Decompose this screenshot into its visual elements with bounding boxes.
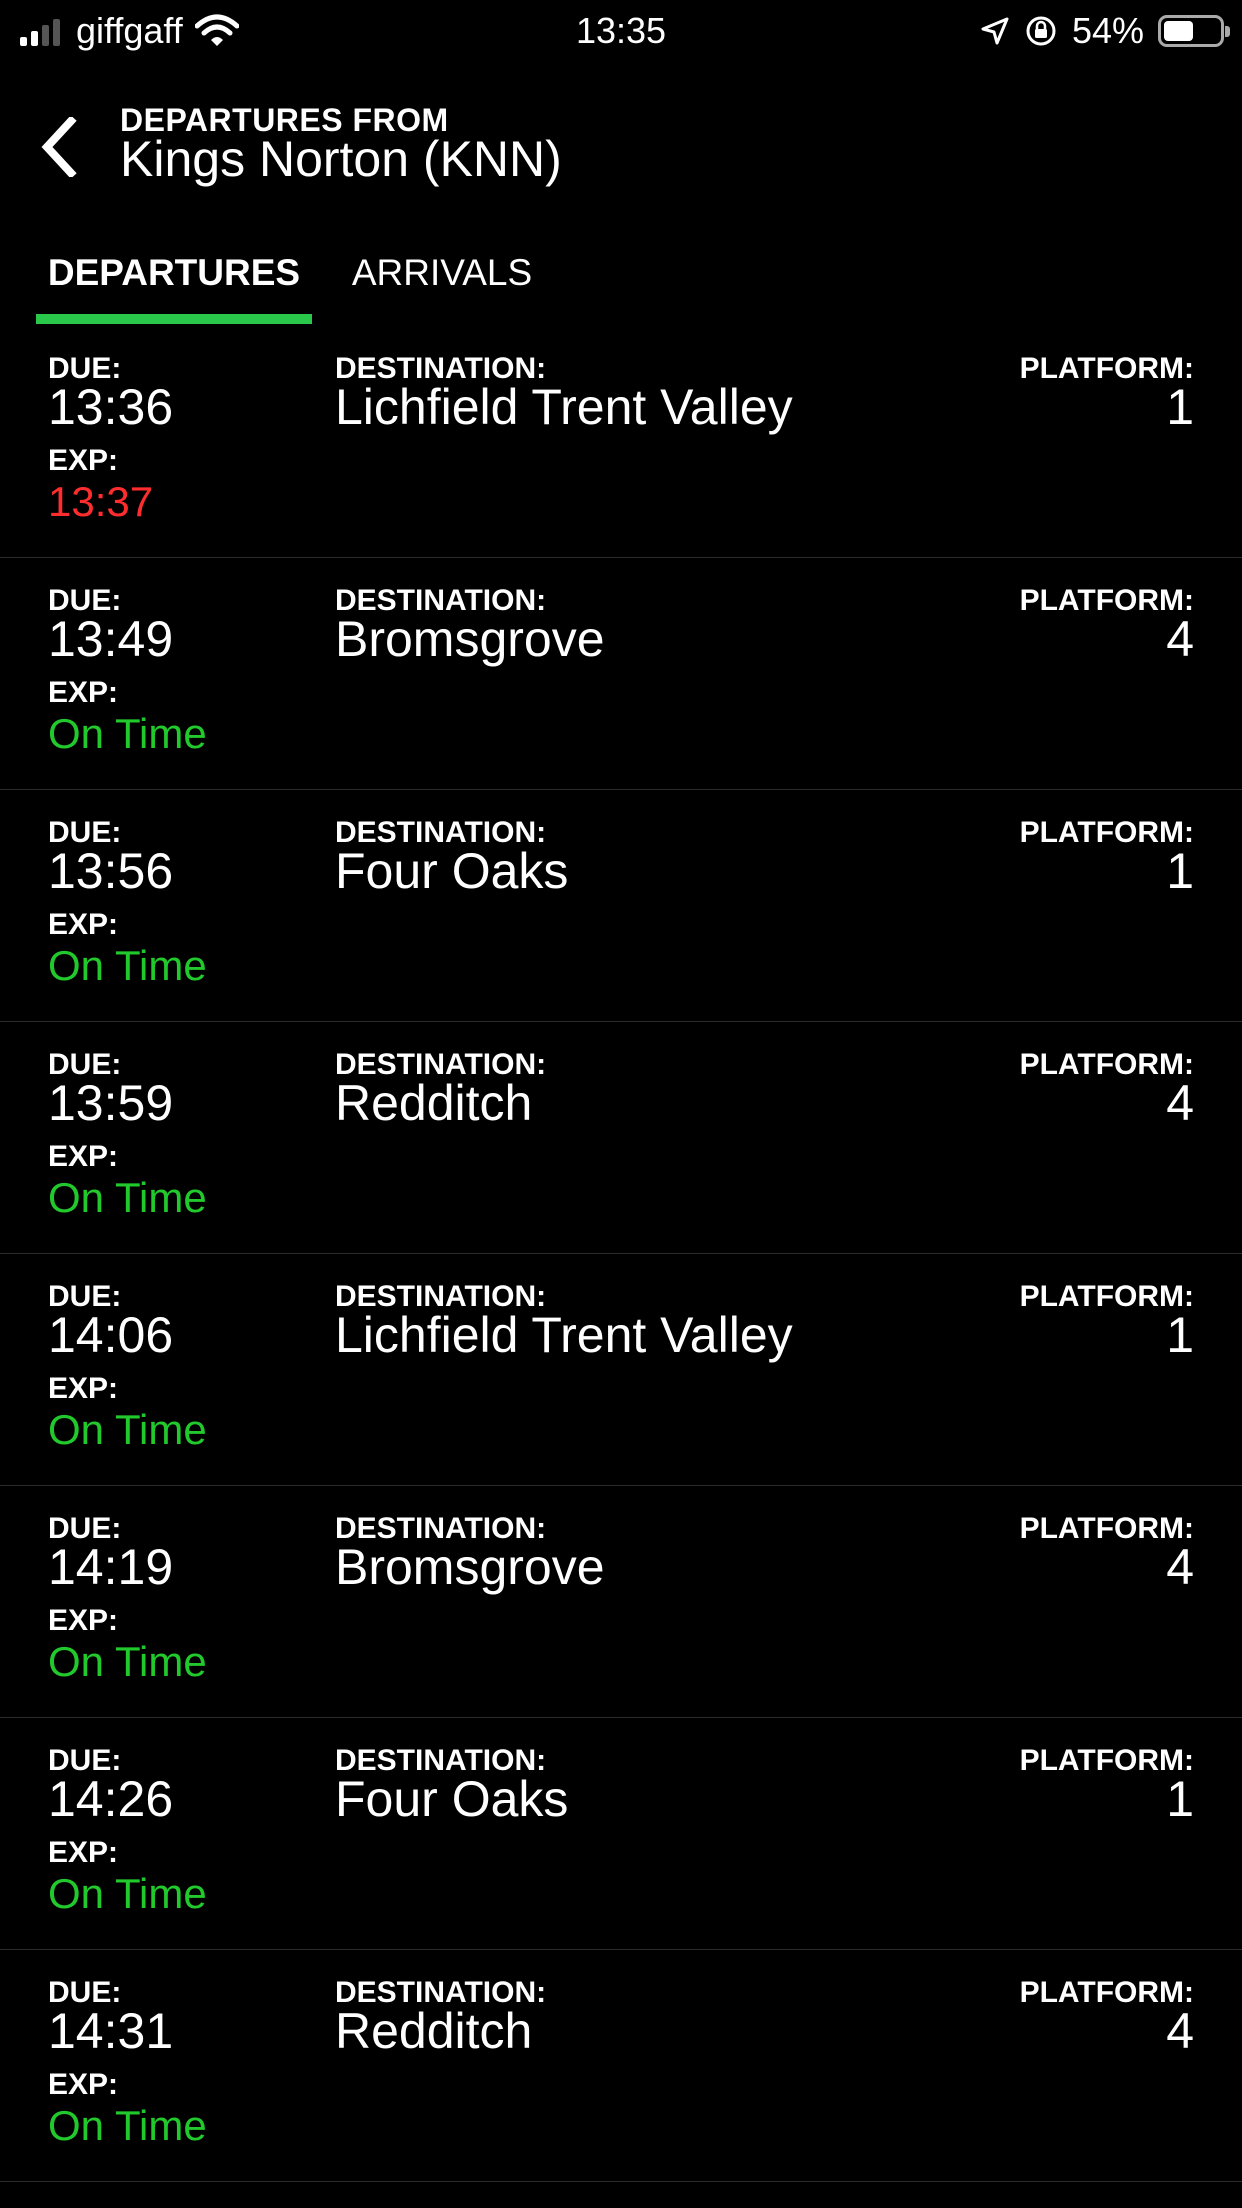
departure-row[interactable]: DUE: 13:49 EXP: On Time DESTINATION: Bro… <box>0 558 1242 790</box>
departures-list: DUE: 13:36 EXP: 13:37 DESTINATION: Lichf… <box>0 326 1242 2182</box>
back-button[interactable] <box>34 112 84 182</box>
expected-time: On Time <box>48 1406 207 1453</box>
platform-number: 4 <box>1166 611 1194 667</box>
expected-time: On Time <box>48 2102 207 2149</box>
expected-time: On Time <box>48 1174 207 1221</box>
destination-name: Redditch <box>335 1075 533 1131</box>
platform-number: 1 <box>1166 379 1194 435</box>
tab-bar: DEPARTURES ARRIVALS <box>0 240 1242 326</box>
destination-name: Lichfield Trent Valley <box>335 1307 793 1363</box>
due-time: 13:36 <box>48 379 174 435</box>
exp-label: EXP: <box>48 908 119 941</box>
exp-label: EXP: <box>48 1836 119 1869</box>
exp-label: EXP: <box>48 444 119 477</box>
destination-name: Redditch <box>335 2003 533 2059</box>
departure-row[interactable]: DUE: 14:06 EXP: On Time DESTINATION: Lic… <box>0 1254 1242 1486</box>
expected-time: On Time <box>48 1638 207 1685</box>
platform-number: 4 <box>1166 2003 1194 2059</box>
tab-arrivals[interactable]: ARRIVALS <box>312 240 572 326</box>
expected-time: On Time <box>48 1870 207 1917</box>
exp-label: EXP: <box>48 2068 119 2101</box>
departure-row[interactable]: DUE: 13:59 EXP: On Time DESTINATION: Red… <box>0 1022 1242 1254</box>
destination-name: Four Oaks <box>335 1771 569 1827</box>
platform-number: 1 <box>1166 1771 1194 1827</box>
due-time: 14:19 <box>48 1539 174 1595</box>
battery-percentage: 54% <box>1071 10 1144 51</box>
exp-label: EXP: <box>48 1140 119 1173</box>
due-time: 14:31 <box>48 2003 174 2059</box>
platform-number: 1 <box>1166 1307 1194 1363</box>
departure-row[interactable]: DUE: 14:26 EXP: On Time DESTINATION: Fou… <box>0 1718 1242 1950</box>
destination-name: Lichfield Trent Valley <box>335 379 793 435</box>
platform-number: 1 <box>1166 843 1194 899</box>
battery-icon <box>1158 15 1230 47</box>
platform-number: 4 <box>1166 1075 1194 1131</box>
destination-name: Bromsgrove <box>335 611 605 667</box>
destination-name: Bromsgrove <box>335 1539 605 1595</box>
destination-name: Four Oaks <box>335 843 569 899</box>
page-title: Kings Norton (KNN) <box>120 131 562 187</box>
platform-number: 4 <box>1166 1539 1194 1595</box>
status-bar-right: 54% <box>966 10 1230 52</box>
header: DEPARTURES FROM Kings Norton (KNN) <box>0 90 1242 200</box>
departure-row[interactable]: DUE: 14:31 EXP: On Time DESTINATION: Red… <box>0 1950 1242 2182</box>
status-bar: giffgaff 13:35 54% <box>0 0 1242 62</box>
chevron-left-icon <box>41 117 77 177</box>
exp-label: EXP: <box>48 1604 119 1637</box>
battery-fill <box>1164 21 1194 41</box>
due-time: 13:59 <box>48 1075 174 1131</box>
orientation-lock-icon <box>1026 16 1056 46</box>
expected-time: 13:37 <box>48 478 154 525</box>
due-time: 14:06 <box>48 1307 174 1363</box>
departure-row[interactable]: DUE: 14:19 EXP: On Time DESTINATION: Bro… <box>0 1486 1242 1718</box>
due-time: 13:56 <box>48 843 174 899</box>
exp-label: EXP: <box>48 1372 119 1405</box>
due-time: 14:26 <box>48 1771 174 1827</box>
departure-row[interactable]: DUE: 13:56 EXP: On Time DESTINATION: Fou… <box>0 790 1242 1022</box>
due-time: 13:49 <box>48 611 174 667</box>
exp-label: EXP: <box>48 676 119 709</box>
location-arrow-icon <box>981 17 1009 45</box>
departure-row[interactable]: DUE: 13:36 EXP: 13:37 DESTINATION: Lichf… <box>0 326 1242 558</box>
active-tab-indicator <box>36 314 312 324</box>
expected-time: On Time <box>48 942 207 989</box>
expected-time: On Time <box>48 710 207 757</box>
